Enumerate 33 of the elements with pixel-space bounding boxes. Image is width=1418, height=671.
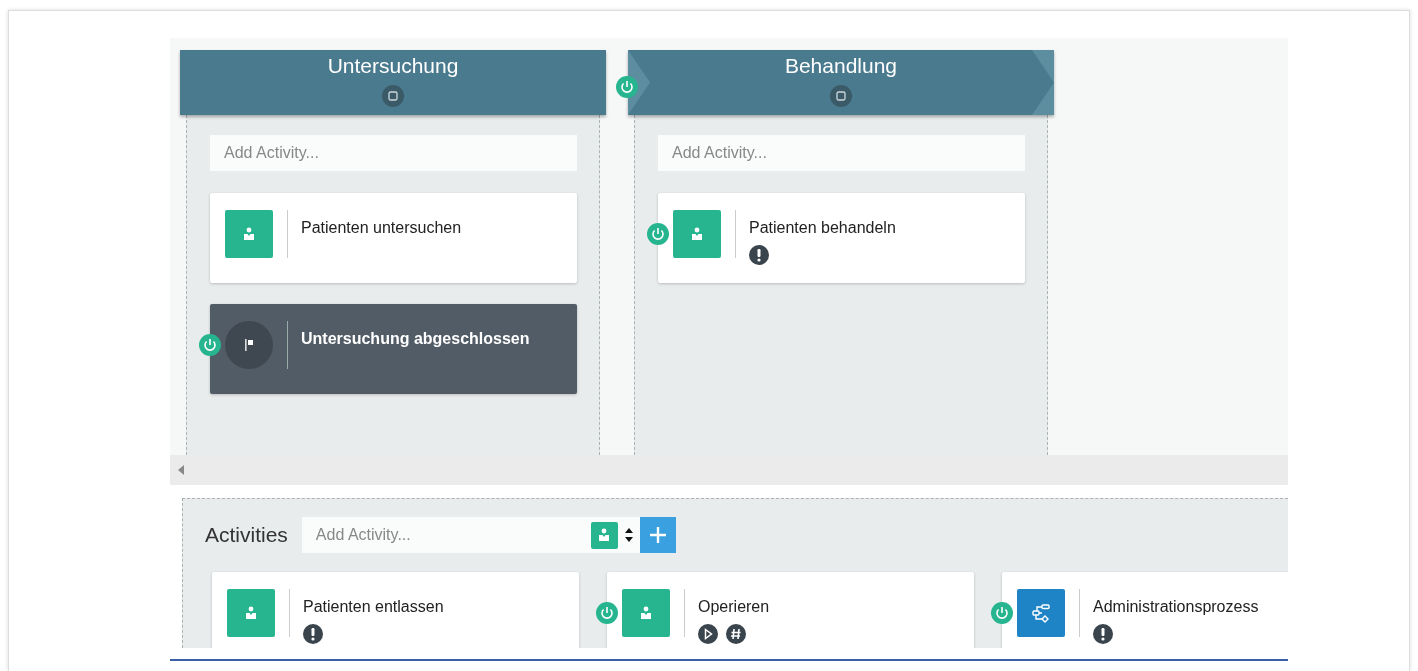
activity-title: Patienten behandeln bbox=[749, 219, 896, 237]
flowchart-icon bbox=[1031, 603, 1051, 623]
add-activity-field[interactable]: Add Activity... bbox=[301, 517, 591, 553]
horizontal-scrollbar[interactable] bbox=[170, 455, 1288, 485]
plus-icon bbox=[648, 526, 667, 544]
stage-header[interactable]: Behandlung bbox=[628, 50, 1054, 115]
activity-card[interactable]: Operieren bbox=[607, 572, 974, 648]
activity-title: Untersuchung abgeschlossen bbox=[301, 330, 530, 348]
stage-header[interactable]: Untersuchung bbox=[180, 50, 606, 115]
panel-title: Activities bbox=[205, 523, 288, 547]
person-icon bbox=[243, 605, 259, 621]
add-activity-field[interactable]: Add Activity... bbox=[658, 135, 1025, 171]
spinner-icon[interactable] bbox=[623, 526, 634, 544]
activity-card[interactable]: Patienten behandeln bbox=[658, 193, 1025, 283]
person-icon bbox=[241, 226, 257, 242]
activity-card[interactable]: Untersuchung abgeschlossen bbox=[210, 304, 577, 394]
activity-card[interactable]: Patienten entlassen bbox=[212, 572, 579, 648]
flag-icon bbox=[243, 338, 255, 352]
activity-card[interactable]: Administrationsprozess bbox=[1002, 572, 1288, 648]
stage-title: Untersuchung bbox=[327, 54, 459, 78]
activity-title: Patienten entlassen bbox=[303, 598, 444, 616]
person-icon bbox=[638, 605, 654, 621]
person-icon bbox=[689, 226, 705, 242]
activity-title: Patienten untersuchen bbox=[301, 219, 462, 237]
scroll-left-icon[interactable] bbox=[178, 465, 184, 475]
chevron-point bbox=[1032, 50, 1054, 115]
stage-title: Behandlung bbox=[784, 54, 898, 78]
activity-title: Operieren bbox=[698, 598, 770, 616]
activity-type-picker[interactable] bbox=[590, 517, 640, 553]
activity-card[interactable]: Patienten untersuchen bbox=[210, 193, 577, 283]
add-activity-field[interactable]: Add Activity... bbox=[210, 135, 577, 171]
activity-title: Administrationsprozess bbox=[1093, 598, 1259, 616]
add-button[interactable] bbox=[639, 517, 676, 553]
